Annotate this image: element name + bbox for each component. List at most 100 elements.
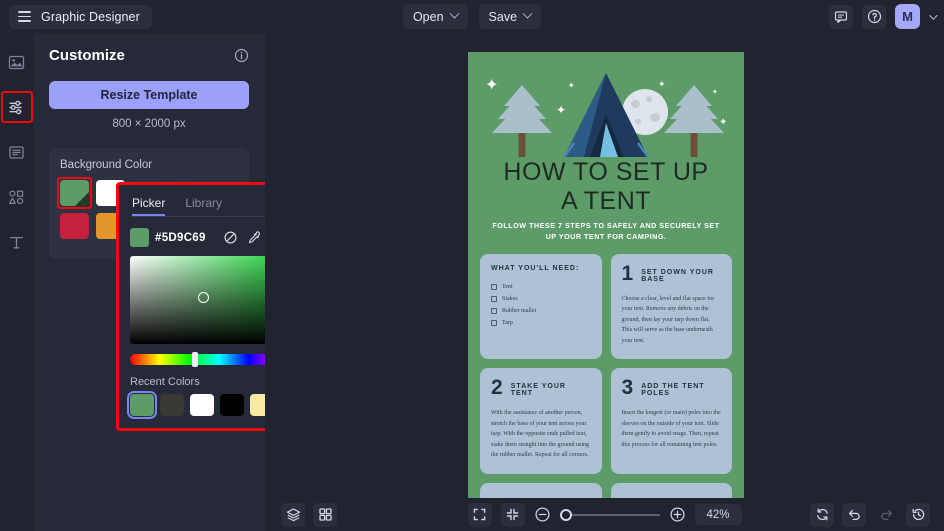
hero-illustration: ✦ ✦ ✦ ✦ ✦ ✦ [468, 52, 744, 157]
open-button[interactable]: Open [403, 4, 468, 29]
template-dimensions: 800 × 2000 px [49, 118, 249, 130]
zoom-in-icon[interactable] [669, 506, 686, 523]
rail-item-images[interactable] [4, 49, 30, 75]
recent-color-swatch[interactable] [160, 394, 184, 416]
zoom-slider-handle[interactable] [560, 509, 572, 521]
comment-icon[interactable] [829, 5, 853, 29]
step-header: 2 STAKE YOUR TENT [491, 379, 591, 397]
step-card[interactable]: 3 ADD THE TENT POLES Insert the longest … [611, 368, 733, 474]
account-chevron-down-icon[interactable] [929, 11, 937, 19]
hero-title-line2: A TENT [468, 189, 744, 215]
star-shape: ✦ [556, 104, 566, 116]
step-card-partial[interactable] [611, 483, 733, 498]
history-controls [810, 503, 930, 527]
step-title: SET DOWN YOUR BASE [641, 265, 721, 283]
zoom-level[interactable]: 42% [695, 504, 742, 525]
tool-rail [0, 33, 33, 531]
zoom-slider[interactable] [560, 514, 660, 516]
history-icon[interactable] [906, 503, 930, 527]
rail-item-pages[interactable] [4, 139, 30, 165]
star-shape: ✦ [719, 118, 727, 128]
step-body: Insert the longest (or main) poles into … [622, 408, 722, 450]
step-title: ADD THE TENT POLES [641, 379, 721, 397]
step-number: 2 [491, 379, 503, 397]
hue-slider-handle[interactable] [192, 352, 198, 367]
grid-view-icon[interactable] [313, 503, 337, 527]
zoom-out-icon[interactable] [534, 506, 551, 523]
hero-subtitle: FOLLOW THESE 7 STEPS TO SAFELY AND SECUR… [468, 221, 744, 243]
step-card[interactable]: 1 SET DOWN YOUR BASE Choose a clear, lev… [611, 254, 733, 360]
save-button[interactable]: Save [479, 4, 542, 29]
needs-list: Tent Stakes Rubber mallet Tarp [491, 284, 591, 326]
page-title: Customize [49, 47, 125, 64]
info-icon[interactable] [234, 48, 249, 63]
cards-grid: WHAT YOU'LL NEED: Tent Stakes Rubber mal… [468, 243, 744, 498]
checkbox-icon[interactable] [491, 284, 497, 290]
background-swatch[interactable] [60, 180, 89, 206]
no-color-icon[interactable] [222, 229, 239, 246]
design-page[interactable]: ✦ ✦ ✦ ✦ ✦ ✦ HOW TO SET UP A TENT FOLLOW … [468, 52, 744, 498]
recent-color-swatch[interactable] [130, 394, 154, 416]
panel-header: Customize [49, 47, 249, 64]
undo-icon[interactable] [842, 503, 866, 527]
eyedropper-icon[interactable] [245, 229, 262, 246]
step-title: STAKE YOUR TENT [511, 379, 591, 397]
save-label: Save [489, 10, 518, 24]
rail-item-customize[interactable] [4, 94, 30, 120]
app-menu-button[interactable]: Graphic Designer [9, 5, 152, 29]
background-swatch[interactable] [60, 213, 89, 239]
fullscreen-icon[interactable] [468, 503, 492, 527]
fit-to-screen-icon[interactable] [501, 503, 525, 527]
step-card[interactable]: 2 STAKE YOUR TENT With the assistance of… [480, 368, 602, 474]
list-item-label: Tent [502, 284, 513, 290]
hamburger-icon[interactable] [18, 11, 31, 22]
list-item[interactable]: Rubber mallet [491, 308, 591, 314]
recent-color-swatch[interactable] [220, 394, 244, 416]
needs-card-title: WHAT YOU'LL NEED: [491, 265, 591, 272]
list-item[interactable]: Stakes [491, 296, 591, 302]
current-color-swatch[interactable] [130, 228, 149, 247]
bottom-bar: 42% [265, 498, 944, 531]
checkbox-icon[interactable] [491, 296, 497, 302]
hero-title-line1: HOW TO SET UP [468, 160, 744, 186]
step-number: 1 [622, 265, 634, 283]
tab-library[interactable]: Library [185, 193, 222, 216]
hex-input[interactable]: #5D9C69 [155, 232, 216, 244]
checkbox-icon[interactable] [491, 308, 497, 314]
tree-shape [492, 85, 552, 157]
recent-color-swatch[interactable] [190, 394, 214, 416]
list-item-label: Stakes [502, 296, 518, 302]
step-body: With the assistance of another person, s… [491, 408, 591, 461]
list-item[interactable]: Tarp [491, 320, 591, 326]
open-label: Open [413, 10, 444, 24]
list-item[interactable]: Tent [491, 284, 591, 290]
checkbox-icon[interactable] [491, 320, 497, 326]
step-number: 3 [622, 379, 634, 397]
avatar[interactable]: M [895, 4, 920, 29]
background-color-label: Background Color [60, 159, 238, 171]
sv-cursor[interactable] [198, 292, 209, 303]
star-shape: ✦ [658, 80, 666, 89]
redo-icon[interactable] [874, 503, 898, 527]
star-shape: ✦ [568, 82, 575, 90]
chevron-down-icon [449, 9, 459, 19]
canvas-stage[interactable]: ✦ ✦ ✦ ✦ ✦ ✦ HOW TO SET UP A TENT FOLLOW … [265, 33, 944, 498]
step-card-partial[interactable] [480, 483, 602, 498]
resize-template-button[interactable]: Resize Template [49, 81, 249, 109]
layers-icon[interactable] [281, 503, 305, 527]
chevron-down-icon [523, 9, 533, 19]
top-bar-right: M [829, 4, 935, 29]
list-item-label: Rubber mallet [502, 308, 536, 314]
step-header: 1 SET DOWN YOUR BASE [622, 265, 722, 283]
tab-picker[interactable]: Picker [132, 193, 165, 216]
star-shape: ✦ [485, 78, 498, 94]
needs-card[interactable]: WHAT YOU'LL NEED: Tent Stakes Rubber mal… [480, 254, 602, 360]
app-root: Graphic Designer Open Save M [0, 0, 944, 531]
sync-icon[interactable] [810, 503, 834, 527]
help-icon[interactable] [862, 5, 886, 29]
list-item-label: Tarp [502, 320, 513, 326]
bottom-bar-left [281, 503, 337, 527]
step-body: Choose a clear, level and flat space for… [622, 294, 722, 347]
rail-item-shapes[interactable] [4, 184, 30, 210]
rail-item-text[interactable] [4, 229, 30, 255]
